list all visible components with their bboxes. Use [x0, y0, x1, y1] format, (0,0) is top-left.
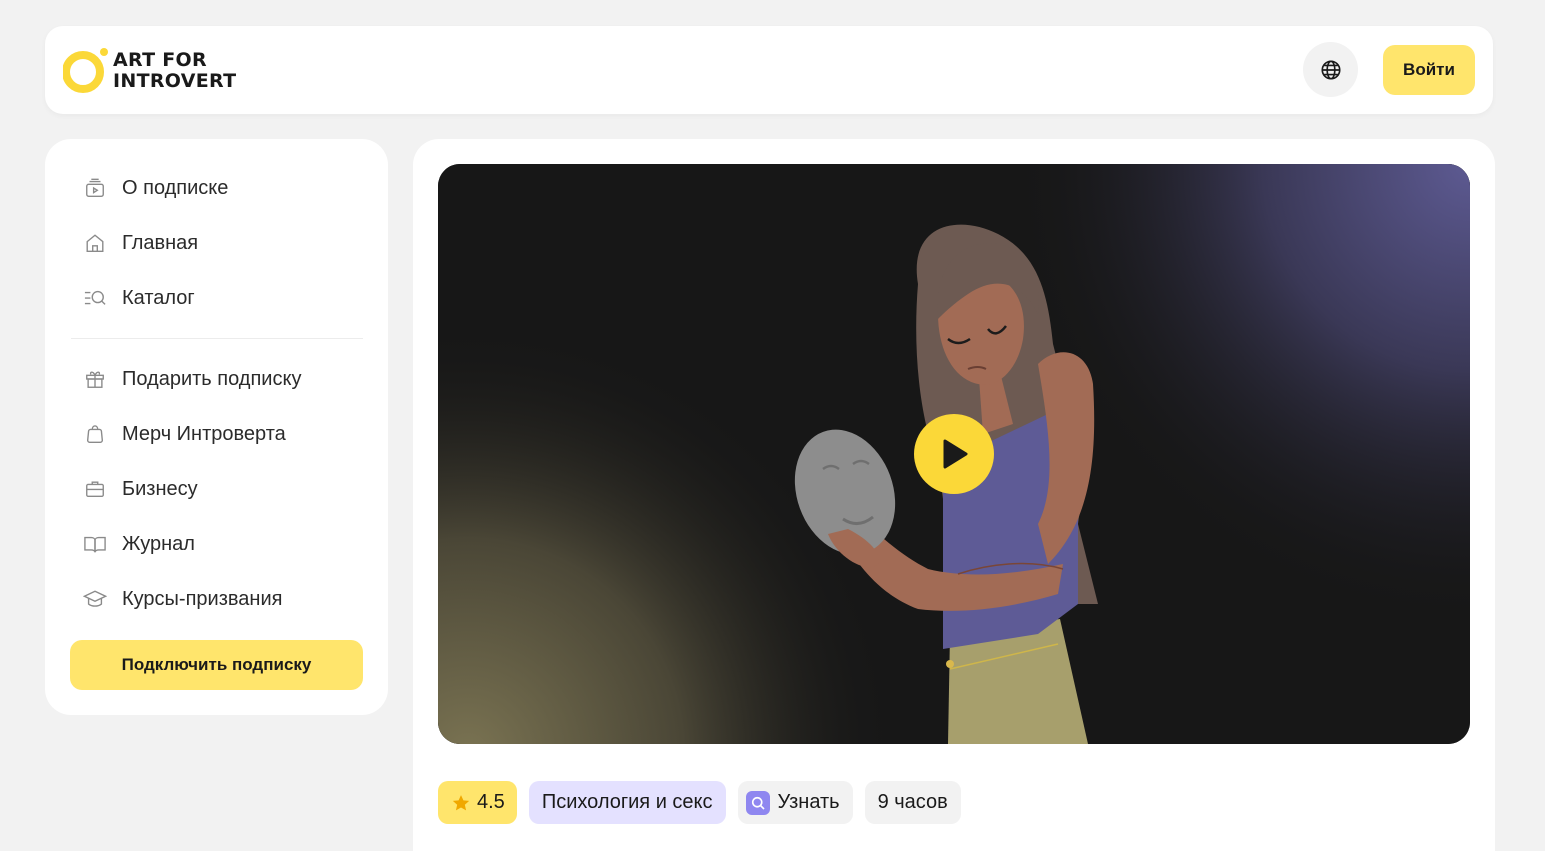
subscribe-button[interactable]: Подключить подписку: [70, 640, 363, 690]
sidebar-item-courses[interactable]: Курсы-призвания: [83, 579, 282, 619]
learn-tag[interactable]: Узнать: [737, 781, 853, 824]
sidebar-item-label: Курсы-призвания: [122, 587, 283, 610]
play-icon: [943, 439, 968, 469]
star-icon: [452, 794, 470, 810]
subscription-icon: [83, 176, 107, 200]
sidebar-item-label: Мерч Интроверта: [122, 422, 286, 445]
sidebar-item-merch[interactable]: Мерч Интроверта: [83, 414, 286, 454]
top-header: ART FOR INTROVERT Войти: [45, 26, 1493, 114]
book-icon: [83, 532, 107, 556]
sidebar-item-label: Подарить подписку: [122, 367, 302, 390]
sidebar-item-journal[interactable]: Журнал: [83, 524, 195, 564]
sidebar-divider: [71, 338, 363, 339]
video-player[interactable]: [438, 164, 1470, 744]
logo-text-line1: ART FOR: [113, 49, 207, 71]
course-tags: 4.5 Психология и секс Узнать 9 часов: [438, 781, 961, 824]
catalog-search-icon: [83, 286, 107, 310]
briefcase-icon: [83, 477, 107, 501]
category-tag[interactable]: Психология и секс: [528, 781, 726, 824]
sidebar: О подписке Главная Каталог Подарить подп…: [45, 139, 388, 715]
learn-label: Узнать: [777, 791, 840, 813]
learn-search-icon: [745, 790, 770, 815]
rating-value: 4.5: [477, 791, 505, 813]
logo[interactable]: ART FOR INTROVERT: [62, 47, 237, 95]
sidebar-item-label: Главная: [122, 231, 199, 254]
shopping-bag-icon: [83, 422, 107, 446]
logo-text-line2: INTROVERT: [113, 70, 237, 92]
sidebar-item-home[interactable]: Главная: [83, 223, 198, 263]
login-button[interactable]: Войти: [1383, 45, 1475, 95]
home-icon: [83, 231, 107, 255]
logo-icon: [62, 47, 109, 95]
duration-badge: 9 часов: [864, 781, 961, 824]
rating-badge: 4.5: [438, 781, 517, 824]
sidebar-item-label: Каталог: [122, 286, 195, 309]
globe-icon: [1320, 59, 1341, 80]
play-button[interactable]: [914, 414, 994, 494]
gift-icon: [83, 367, 107, 391]
sidebar-item-business[interactable]: Бизнесу: [83, 469, 198, 509]
main-content: 4.5 Психология и секс Узнать 9 часов: [413, 139, 1495, 851]
sidebar-item-catalog[interactable]: Каталог: [83, 278, 195, 318]
sidebar-item-label: Бизнесу: [122, 477, 198, 500]
graduation-cap-icon: [83, 587, 107, 611]
sidebar-item-gift[interactable]: Подарить подписку: [83, 359, 301, 399]
sidebar-item-label: О подписке: [122, 176, 229, 199]
sidebar-item-subscription[interactable]: О подписке: [83, 168, 228, 208]
language-button[interactable]: [1303, 42, 1358, 97]
sidebar-item-label: Журнал: [122, 532, 195, 555]
